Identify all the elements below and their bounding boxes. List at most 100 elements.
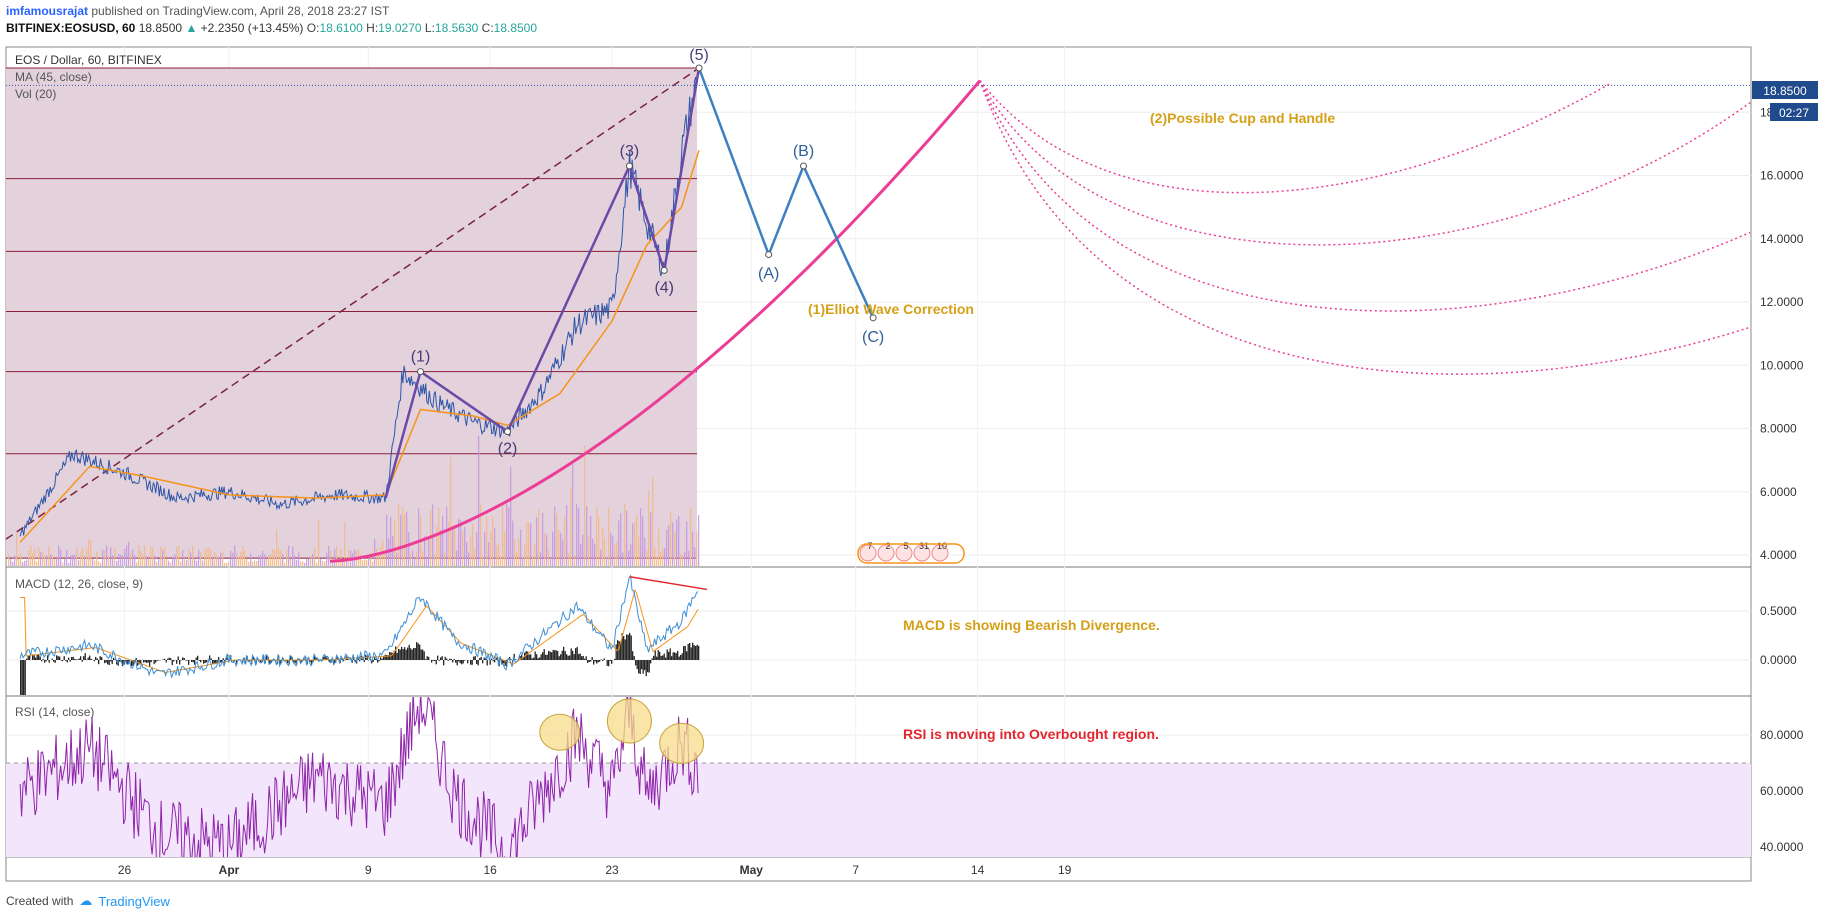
volume-bar [522,557,524,566]
macd-histogram-bar [420,649,422,660]
macd-histogram-bar [623,636,625,660]
macd-histogram-bar [446,658,448,660]
wave-point[interactable] [417,368,424,376]
macd-histogram-bar [51,658,53,660]
tradingview-cloud-icon[interactable]: ☁ [79,893,92,909]
volume-bar [466,541,468,566]
volume-bar [374,539,376,566]
macd-histogram-bar [473,656,475,660]
volume-bar [294,555,296,566]
cup-handle-note[interactable]: (2)Possible Cup and Handle [1150,110,1335,126]
wave-point[interactable] [625,162,633,170]
macd-histogram-bar [596,660,598,664]
volume-bar [516,552,518,566]
volume-bar [70,555,72,566]
rsi-overbought-highlight[interactable] [606,698,652,744]
volume-bar [210,549,212,566]
macd-histogram-bar [56,655,58,660]
macd-histogram-bar [93,660,95,662]
macd-histogram-bar [74,658,76,660]
macd-histogram-bar [39,656,41,660]
volume-bar [46,555,48,566]
volume-bar [442,516,444,566]
wave-point[interactable] [504,428,512,436]
volume-bar [178,545,180,566]
volume-bar [482,557,484,566]
volume-bar [540,552,542,566]
volume-bar [318,519,320,566]
ma-label[interactable]: MA (45, close) [15,70,92,84]
macd-histogram-bar [606,660,608,666]
macd-histogram-bar [44,660,46,663]
macd-histogram-bar [483,657,485,660]
tradingview-brand-link[interactable]: TradingView [98,894,170,909]
price-axis[interactable]: 18.000016.000014.000012.000010.00008.000… [1760,105,1804,854]
volume-bar [322,560,324,566]
volume-bar [556,513,558,566]
wave-point[interactable] [765,251,773,259]
volume-bar [682,555,684,566]
rsi-overbought-highlight[interactable] [659,722,705,764]
macd-histogram-bar [150,660,152,663]
volume-bar [694,547,696,566]
volume-bar [456,550,458,566]
rsi-label[interactable]: RSI (14, close) [15,705,94,719]
macd-histogram-bar [215,660,217,663]
macd-histogram-bar [81,660,83,662]
macd-histogram-bar [563,646,565,660]
volume-bar [88,539,90,566]
wave-label[interactable]: (C) [862,329,884,346]
macd-histogram-bar [168,657,170,660]
macd-histogram-bar [176,660,178,664]
wave-label[interactable]: (3) [620,143,640,160]
volume-bar [190,552,192,566]
rsi-overbought-highlight[interactable] [539,713,581,751]
volume-bar [266,558,268,566]
volume-bar [504,531,506,566]
elliot-wave-note[interactable]: (1)Elliot Wave Correction [808,301,974,317]
volume-bar [396,552,398,566]
wave-point[interactable] [660,266,668,274]
rsi-note[interactable]: RSI is moving into Overbought region. [903,726,1159,742]
macd-histogram-bar [441,656,443,660]
macd-histogram-bar [437,655,439,660]
macd-histogram-bar [395,646,397,660]
volume-bar [198,549,200,566]
wave-point[interactable] [800,162,807,170]
rsi-tick-label: 80.0000 [1760,728,1804,742]
macd-histogram-bar [549,651,551,660]
volume-bar [608,508,610,566]
wave-point[interactable] [695,64,703,72]
wave-label[interactable]: (4) [654,279,674,296]
volume-bar [226,562,228,566]
macd-histogram-bar [143,660,145,663]
macd-histogram-bar [545,654,547,660]
wave-label[interactable]: (B) [793,143,814,160]
volume-bar [674,532,676,566]
macd-histogram-bar [587,660,589,663]
wave-label[interactable]: (2) [498,441,518,458]
macd-histogram-bar [186,660,188,661]
volume-bar [168,560,170,566]
wave-label[interactable]: (A) [758,266,779,283]
volume-bar [188,548,190,566]
vol-label[interactable]: Vol (20) [15,87,56,101]
volume-bar [212,556,214,566]
volume-bar [548,550,550,566]
volume-bar [630,543,632,566]
time-tick-label: May [740,863,764,877]
macd-note[interactable]: MACD is showing Bearish Divergence. [903,617,1160,633]
macd-histogram-bar [417,643,419,660]
macd-histogram-bar [552,649,554,660]
volume-bar [660,552,662,566]
volume-bar [410,552,412,566]
macd-histogram-bar [398,648,400,660]
macd-label[interactable]: MACD (12, 26, close, 9) [15,577,143,591]
volume-bar [464,526,466,566]
macd-histogram-bar [182,657,184,660]
wave-label[interactable]: (5) [689,47,709,64]
wave-label[interactable]: (1) [411,349,431,366]
volume-bar [590,515,592,566]
time-tick-label: 14 [971,863,985,877]
chart-canvas[interactable]: 18.000016.000014.000012.000010.00008.000… [0,0,1824,918]
